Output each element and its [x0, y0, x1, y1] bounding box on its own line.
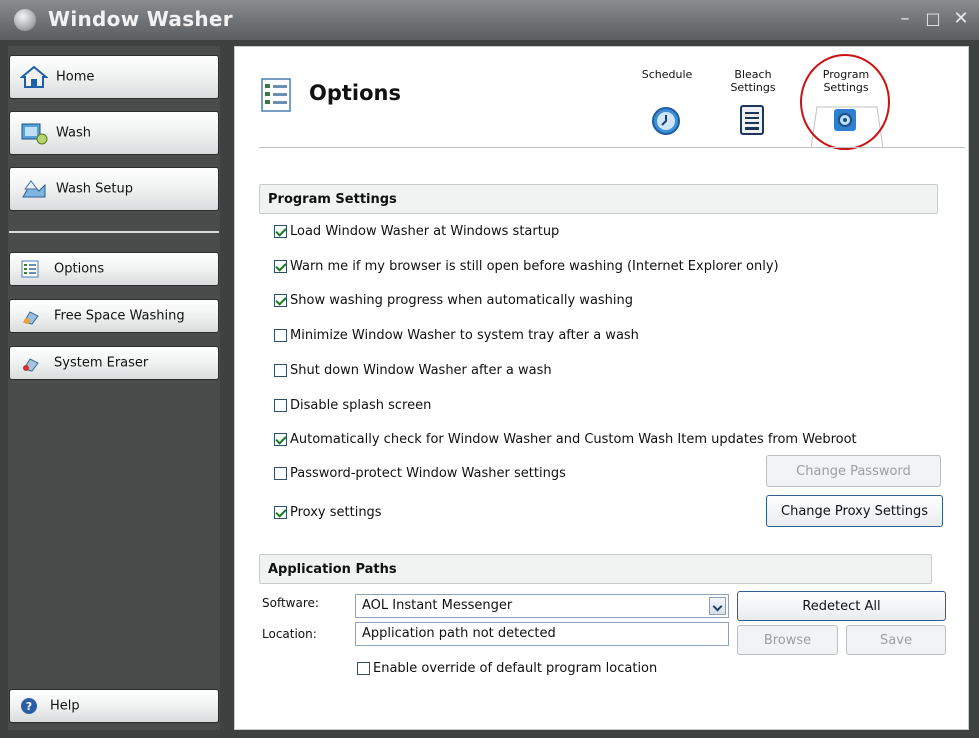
application-paths-header: Application Paths [259, 554, 932, 584]
page-title: Options [309, 81, 401, 105]
close-button[interactable]: ✕ [950, 8, 972, 29]
checkbox[interactable] [274, 505, 287, 519]
save-button[interactable]: Save [846, 625, 946, 655]
sidebar-item-system-eraser[interactable]: System Eraser [9, 346, 219, 380]
checkbox[interactable] [274, 466, 287, 480]
svg-text:?: ? [26, 700, 32, 713]
browse-button[interactable]: Browse [737, 625, 838, 655]
help-button[interactable]: ? Help [9, 689, 219, 723]
checkbox-row[interactable]: Minimize Window Washer to system tray af… [274, 326, 639, 344]
window-title: Window Washer [48, 7, 233, 31]
checkbox[interactable] [274, 398, 287, 412]
title-bar: Window Washer – □ ✕ [0, 0, 979, 40]
sidebar-item-wash[interactable]: Wash [9, 111, 219, 155]
system-eraser-icon [23, 358, 39, 372]
checkbox-row[interactable]: Load Window Washer at Windows startup [274, 222, 559, 240]
free-space-icon [23, 311, 39, 325]
options-panel: Options Schedule Bleach Settings Program… [234, 46, 969, 730]
sidebar-item-home[interactable]: Home [9, 55, 219, 99]
checkbox[interactable] [274, 363, 287, 377]
tab-divider [259, 147, 965, 148]
sidebar-item-label: Wash [56, 125, 92, 141]
chevron-down-icon[interactable] [709, 597, 726, 615]
change-proxy-settings-button[interactable]: Change Proxy Settings [766, 495, 943, 527]
checkbox[interactable] [274, 293, 287, 307]
section-title: Application Paths [268, 562, 397, 577]
home-icon [20, 65, 48, 88]
checkbox-label: Shut down Window Washer after a wash [290, 362, 552, 378]
checkbox-label: Disable splash screen [290, 397, 432, 413]
software-select[interactable]: AOL Instant Messenger [355, 594, 729, 618]
checkbox-label: Warn me if my browser is still open befo… [290, 258, 779, 274]
change-password-button[interactable]: Change Password [766, 455, 941, 487]
sidebar-item-label: Wash Setup [56, 181, 133, 197]
checkbox-label: Enable override of default program locat… [373, 660, 658, 676]
options-header-icon [261, 78, 291, 112]
app-logo [14, 9, 36, 31]
checkbox-label: Minimize Window Washer to system tray af… [290, 327, 639, 343]
maximize-button[interactable]: □ [922, 9, 944, 28]
checkbox-row[interactable]: Enable override of default program locat… [357, 659, 657, 677]
checkbox-label: Show washing progress when automatically… [290, 292, 634, 308]
tab-schedule-label: Schedule [641, 68, 693, 81]
checkbox-label: Load Window Washer at Windows startup [290, 223, 560, 239]
sidebar-item-wash-setup[interactable]: Wash Setup [9, 167, 219, 211]
tab-bleach-settings-label: Bleach Settings [730, 68, 776, 94]
checkbox-row[interactable]: Show washing progress when automatically… [274, 291, 633, 309]
help-label: Help [50, 698, 80, 714]
checkbox-row[interactable]: Warn me if my browser is still open befo… [274, 257, 779, 275]
sidebar-item-label: Options [54, 261, 105, 277]
minimize-button[interactable]: – [894, 8, 916, 29]
checkbox-row[interactable]: Disable splash screen [274, 396, 431, 414]
wash-setup-icon [22, 180, 46, 198]
sidebar-item-label: System Eraser [54, 355, 149, 371]
document-icon[interactable] [739, 104, 765, 136]
checkbox-row[interactable]: Automatically check for Window Washer an… [274, 430, 857, 448]
location-field[interactable]: Application path not detected [355, 622, 729, 646]
options-icon [21, 260, 39, 278]
sidebar-item-free-space-washing[interactable]: Free Space Washing [9, 299, 219, 333]
checkbox-label: Automatically check for Window Washer an… [290, 431, 857, 447]
wash-icon [21, 123, 48, 145]
section-title: Program Settings [268, 192, 397, 207]
checkbox-label: Proxy settings [290, 504, 382, 520]
software-value: AOL Instant Messenger [362, 598, 513, 613]
checkbox-label: Password-protect Window Washer settings [290, 465, 566, 481]
clock-icon[interactable] [651, 106, 681, 136]
sidebar-item-label: Free Space Washing [54, 308, 185, 324]
sidebar-item-options[interactable]: Options [9, 252, 219, 286]
software-label: Software: [262, 596, 319, 610]
checkbox[interactable] [274, 224, 287, 238]
highlight-circle [800, 54, 890, 150]
checkbox[interactable] [274, 432, 287, 446]
sidebar-divider [9, 231, 219, 233]
checkbox-row[interactable]: Proxy settings [274, 503, 382, 521]
help-icon: ? [21, 698, 37, 714]
sidebar-item-label: Home [56, 69, 95, 85]
checkbox-row[interactable]: Password-protect Window Washer settings [274, 464, 566, 482]
checkbox[interactable] [274, 259, 287, 273]
checkbox-row[interactable]: Shut down Window Washer after a wash [274, 361, 552, 379]
redetect-all-button[interactable]: Redetect All [737, 591, 946, 621]
checkbox[interactable] [357, 661, 370, 675]
program-settings-header: Program Settings [259, 184, 938, 214]
location-label: Location: [262, 627, 317, 641]
checkbox[interactable] [274, 328, 287, 342]
